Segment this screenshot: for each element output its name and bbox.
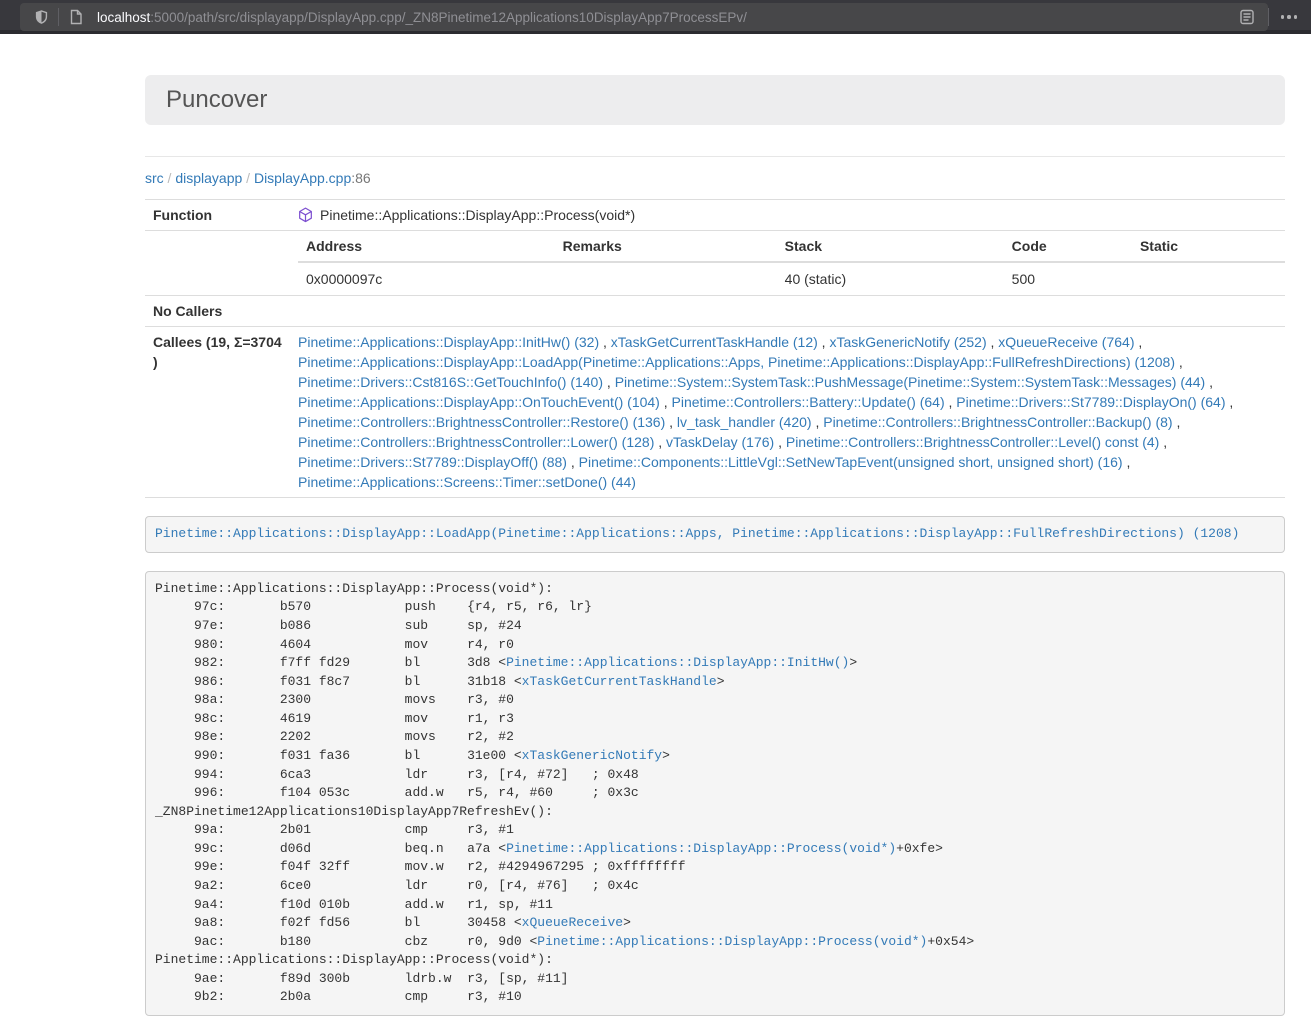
- col-header-static: Static: [1132, 231, 1285, 262]
- callee-link[interactable]: xTaskGetCurrentTaskHandle (12): [611, 334, 818, 350]
- symbol-cube-icon: [298, 207, 313, 223]
- col-header-remarks: Remarks: [555, 231, 777, 262]
- callee-link[interactable]: Pinetime::Drivers::St7789::DisplayOn() (…: [956, 394, 1225, 410]
- disassembly-box: Pinetime::Applications::DisplayApp::Proc…: [145, 571, 1285, 1016]
- callee-link[interactable]: Pinetime::Controllers::BrightnessControl…: [786, 434, 1159, 450]
- code-symbol-link[interactable]: Pinetime::Applications::DisplayApp::Proc…: [506, 841, 896, 856]
- code-symbol-link[interactable]: xTaskGenericNotify: [522, 748, 662, 763]
- static-value: [1132, 262, 1285, 295]
- callees-list: Pinetime::Applications::DisplayApp::Init…: [290, 327, 1285, 498]
- browser-toolbar: localhost:5000/path/src/displayapp/Displ…: [0, 0, 1311, 34]
- reader-mode-icon[interactable]: [1234, 4, 1260, 30]
- loadapp-box: Pinetime::Applications::DisplayApp::Load…: [145, 516, 1285, 553]
- remarks-value: [555, 262, 777, 295]
- callee-link[interactable]: Pinetime::Drivers::Cst816S::GetTouchInfo…: [298, 374, 603, 390]
- code-symbol-link[interactable]: xTaskGetCurrentTaskHandle: [522, 674, 717, 689]
- callee-link[interactable]: xTaskGenericNotify (252): [829, 334, 986, 350]
- urlbar-divider: [58, 8, 59, 26]
- breadcrumb-link[interactable]: DisplayApp.cpp: [254, 170, 351, 186]
- metrics-table: Address Remarks Stack Code Static 0x0000…: [298, 231, 1285, 295]
- disassembly-code: Pinetime::Applications::DisplayApp::Proc…: [155, 581, 974, 1005]
- url-text[interactable]: localhost:5000/path/src/displayapp/Displ…: [97, 10, 1234, 25]
- no-callers-label: No Callers: [145, 296, 290, 327]
- url-host: localhost: [97, 10, 150, 25]
- app-header: Puncover: [145, 75, 1285, 125]
- breadcrumb-separator: /: [164, 170, 176, 186]
- code-symbol-link[interactable]: xQueueReceive: [522, 915, 623, 930]
- breadcrumb-link[interactable]: displayapp: [175, 170, 242, 186]
- breadcrumb-link[interactable]: src: [145, 170, 164, 186]
- col-header-address: Address: [298, 231, 555, 262]
- table-row: Address Remarks Stack Code Static 0x0000…: [145, 231, 1285, 296]
- callees-label: Callees (19, Σ=3704 ): [145, 327, 290, 498]
- more-menu-icon[interactable]: [1273, 15, 1306, 19]
- callee-link[interactable]: Pinetime::Components::LittleVgl::SetNewT…: [579, 454, 1123, 470]
- table-row: Callees (19, Σ=3704 ) Pinetime::Applicat…: [145, 327, 1285, 498]
- table-row: No Callers: [145, 296, 1285, 327]
- toolbar-divider: [1268, 8, 1269, 26]
- breadcrumb-separator: /: [242, 170, 254, 186]
- callee-link[interactable]: Pinetime::Applications::DisplayApp::Load…: [298, 354, 1175, 370]
- shield-icon[interactable]: [28, 4, 54, 30]
- callee-link[interactable]: Pinetime::System::SystemTask::PushMessag…: [615, 374, 1206, 390]
- callee-link[interactable]: Pinetime::Controllers::Battery::Update()…: [672, 394, 945, 410]
- address-value: 0x0000097c: [298, 262, 555, 295]
- callee-link[interactable]: Pinetime::Controllers::BrightnessControl…: [823, 414, 1172, 430]
- code-symbol-link[interactable]: Pinetime::Applications::DisplayApp::Proc…: [537, 934, 927, 949]
- page-info-icon[interactable]: [63, 4, 89, 30]
- metrics-row: 0x0000097c 40 (static) 500: [298, 262, 1285, 295]
- callee-link[interactable]: vTaskDelay (176): [666, 434, 774, 450]
- header-divider: [145, 156, 1285, 157]
- page-title: Puncover: [166, 86, 267, 113]
- url-path: :5000/path/src/displayapp/DisplayApp.cpp…: [150, 10, 747, 25]
- function-label: Function: [145, 200, 290, 231]
- callee-link[interactable]: Pinetime::Drivers::St7789::DisplayOff() …: [298, 454, 567, 470]
- callee-link[interactable]: Pinetime::Controllers::BrightnessControl…: [298, 414, 665, 430]
- callee-link[interactable]: Pinetime::Applications::DisplayApp::Init…: [298, 334, 599, 350]
- callee-link[interactable]: xQueueReceive (764): [998, 334, 1134, 350]
- table-row: Function Pinetime::Applications::Display…: [145, 200, 1285, 231]
- loadapp-link[interactable]: Pinetime::Applications::DisplayApp::Load…: [155, 526, 1239, 541]
- callee-link[interactable]: Pinetime::Applications::DisplayApp::OnTo…: [298, 394, 660, 410]
- stack-value: 40 (static): [777, 262, 1004, 295]
- function-title: Pinetime::Applications::DisplayApp::Proc…: [320, 205, 635, 225]
- col-header-stack: Stack: [777, 231, 1004, 262]
- function-table: Function Pinetime::Applications::Display…: [145, 199, 1285, 498]
- col-header-code: Code: [1004, 231, 1132, 262]
- url-bar[interactable]: localhost:5000/path/src/displayapp/Displ…: [20, 3, 1268, 31]
- breadcrumb-line-number: :86: [351, 170, 370, 186]
- breadcrumb: src / displayapp / DisplayApp.cpp:86: [145, 170, 1285, 186]
- callee-link[interactable]: Pinetime::Applications::Screens::Timer::…: [298, 474, 636, 490]
- callee-link[interactable]: Pinetime::Controllers::BrightnessControl…: [298, 434, 654, 450]
- page-container: Puncover src / displayapp / DisplayApp.c…: [145, 75, 1285, 1016]
- code-symbol-link[interactable]: Pinetime::Applications::DisplayApp::Init…: [506, 655, 849, 670]
- callee-link[interactable]: lv_task_handler (420): [677, 414, 812, 430]
- code-value: 500: [1004, 262, 1132, 295]
